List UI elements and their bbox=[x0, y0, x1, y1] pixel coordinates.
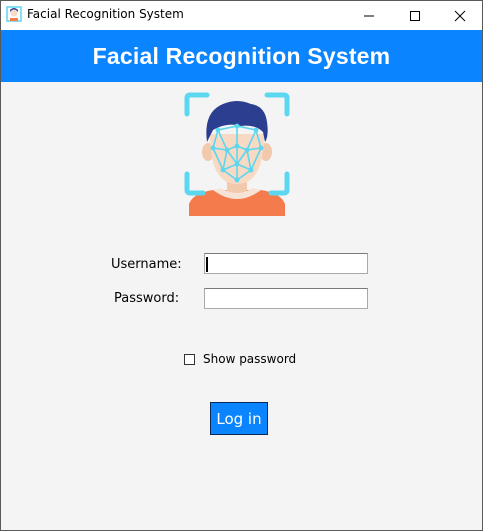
login-button[interactable]: Log in bbox=[210, 402, 268, 435]
close-icon bbox=[454, 10, 466, 21]
username-input[interactable] bbox=[204, 253, 368, 274]
show-password-checkbox[interactable] bbox=[184, 354, 195, 365]
app-window: Facial Recognition System Facial Recogni… bbox=[0, 0, 483, 531]
close-button[interactable] bbox=[437, 1, 482, 30]
password-input[interactable] bbox=[204, 288, 368, 309]
page-title: Facial Recognition System bbox=[92, 42, 391, 69]
minimize-icon bbox=[364, 15, 374, 16]
header-banner: Facial Recognition System bbox=[1, 30, 482, 82]
password-label: Password: bbox=[114, 291, 180, 306]
text-cursor bbox=[206, 257, 208, 272]
maximize-icon bbox=[410, 10, 420, 21]
login-panel: Username: Password: Show password Log in bbox=[1, 82, 482, 530]
minimize-button[interactable] bbox=[346, 1, 392, 30]
title-bar[interactable]: Facial Recognition System bbox=[1, 1, 482, 30]
app-icon bbox=[6, 6, 22, 22]
window-title: Facial Recognition System bbox=[27, 7, 184, 21]
username-label: Username: bbox=[111, 257, 182, 272]
maximize-button[interactable] bbox=[392, 1, 438, 30]
show-password-label[interactable]: Show password bbox=[203, 352, 296, 366]
face-scan-icon bbox=[184, 92, 290, 216]
